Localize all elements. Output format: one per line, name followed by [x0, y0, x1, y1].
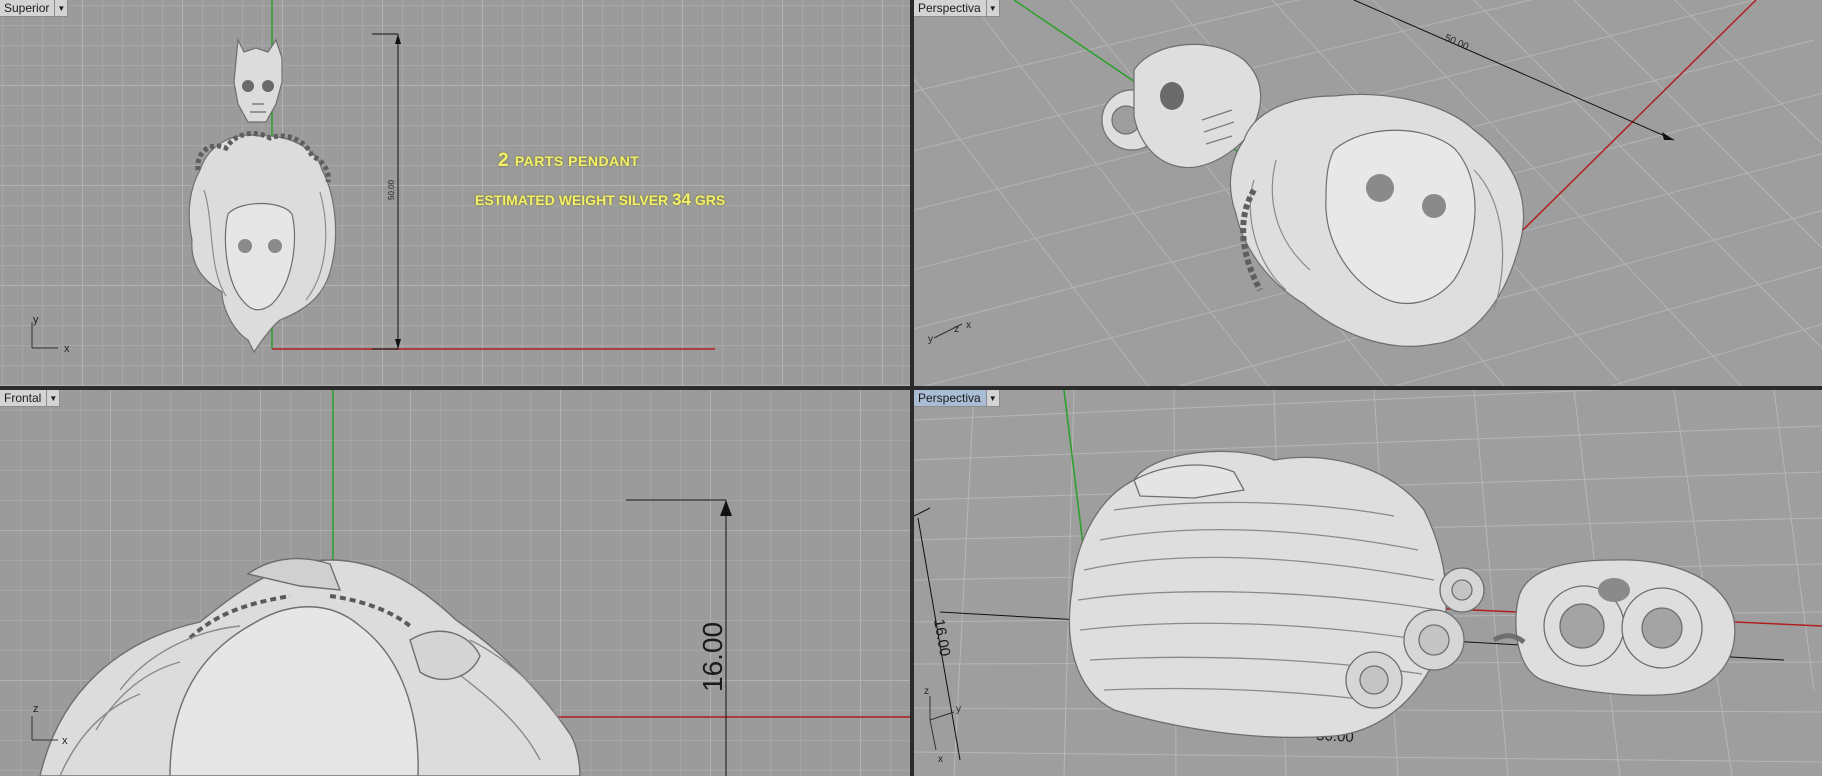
axis-z-label: z: [954, 324, 959, 335]
dimension-label: 50.00: [387, 179, 396, 200]
viewport-label[interactable]: Perspectiva: [914, 0, 987, 17]
viewport-tab-front[interactable]: Frontal ▼: [0, 390, 61, 407]
axis-x-label: x: [938, 754, 943, 765]
dim-arrow-top: [395, 34, 401, 44]
dimension-label: 16.00: [697, 622, 728, 692]
axis-y-label: y: [956, 704, 961, 715]
skull-shape: [233, 37, 283, 123]
viewport-label[interactable]: Frontal: [0, 390, 48, 407]
chain-link: [1492, 633, 1526, 645]
chevron-down-icon[interactable]: ▼: [986, 0, 1000, 17]
dimension-label: 50.00: [1443, 33, 1471, 53]
dimension-label-height: 16.00: [930, 618, 953, 658]
annotation-weight: ESTIMATED WEIGHT SILVER 34 GRS: [475, 190, 725, 210]
perspective-2-canvas: 16.00 50.00 y x z: [914, 390, 1822, 776]
viewport-tab-top[interactable]: Superior ▼: [0, 0, 69, 17]
axis-y-label: y: [928, 334, 933, 345]
viewport-top[interactable]: Superior ▼ x y 50.00 2 PARTS PENDANT EST…: [0, 0, 910, 386]
axis-x-label: x: [64, 343, 70, 355]
viewport-tab-perspective-2[interactable]: Perspectiva ▼: [914, 390, 1000, 407]
pendant-model-persp-2: [1068, 450, 1736, 739]
viewport-label[interactable]: Perspectiva: [914, 390, 987, 407]
pendant-model-persp-1: [1101, 43, 1525, 347]
viewport-tab-perspective-1[interactable]: Perspectiva ▼: [914, 0, 1000, 17]
axis-z-label: z: [33, 703, 39, 715]
annotation-weight-value: 34: [672, 190, 691, 209]
front-view-canvas: 16.00 x z: [31, 390, 910, 776]
annotation-weight-text: ESTIMATED WEIGHT SILVER: [475, 192, 669, 208]
viewport-label[interactable]: Superior: [0, 0, 56, 17]
pendant-model-top: [188, 37, 337, 354]
annotation-parts-count: 2: [498, 150, 510, 171]
perspective-1-canvas: 50.00 y z x: [914, 0, 1822, 386]
viewport-perspective-1[interactable]: Perspectiva ▼ 50.00 y z x: [914, 0, 1822, 386]
dim-arrow-top: [720, 500, 732, 516]
annotation-parts-text: PARTS PENDANT: [514, 153, 640, 169]
chevron-down-icon[interactable]: ▼: [47, 390, 61, 407]
top-view-canvas: x y 50.00: [31, 0, 715, 355]
axis-x-label: x: [62, 735, 68, 747]
dim-arrow-bottom: [395, 339, 401, 349]
axis-y-label: y: [33, 314, 39, 326]
chevron-down-icon[interactable]: ▼: [55, 0, 69, 17]
viewport-perspective-2[interactable]: Perspectiva ▼ 16.00 50.00: [914, 390, 1822, 776]
pendant-model-front: [39, 557, 581, 776]
axis-x-label: x: [966, 320, 971, 331]
axis-z-label: z: [924, 686, 929, 697]
annotation-parts: 2 PARTS PENDANT: [498, 150, 639, 172]
annotation-weight-unit: GRS: [694, 192, 726, 208]
viewport-front[interactable]: Frontal ▼ 16.00 x z: [0, 390, 910, 776]
chevron-down-icon[interactable]: ▼: [986, 390, 1000, 407]
